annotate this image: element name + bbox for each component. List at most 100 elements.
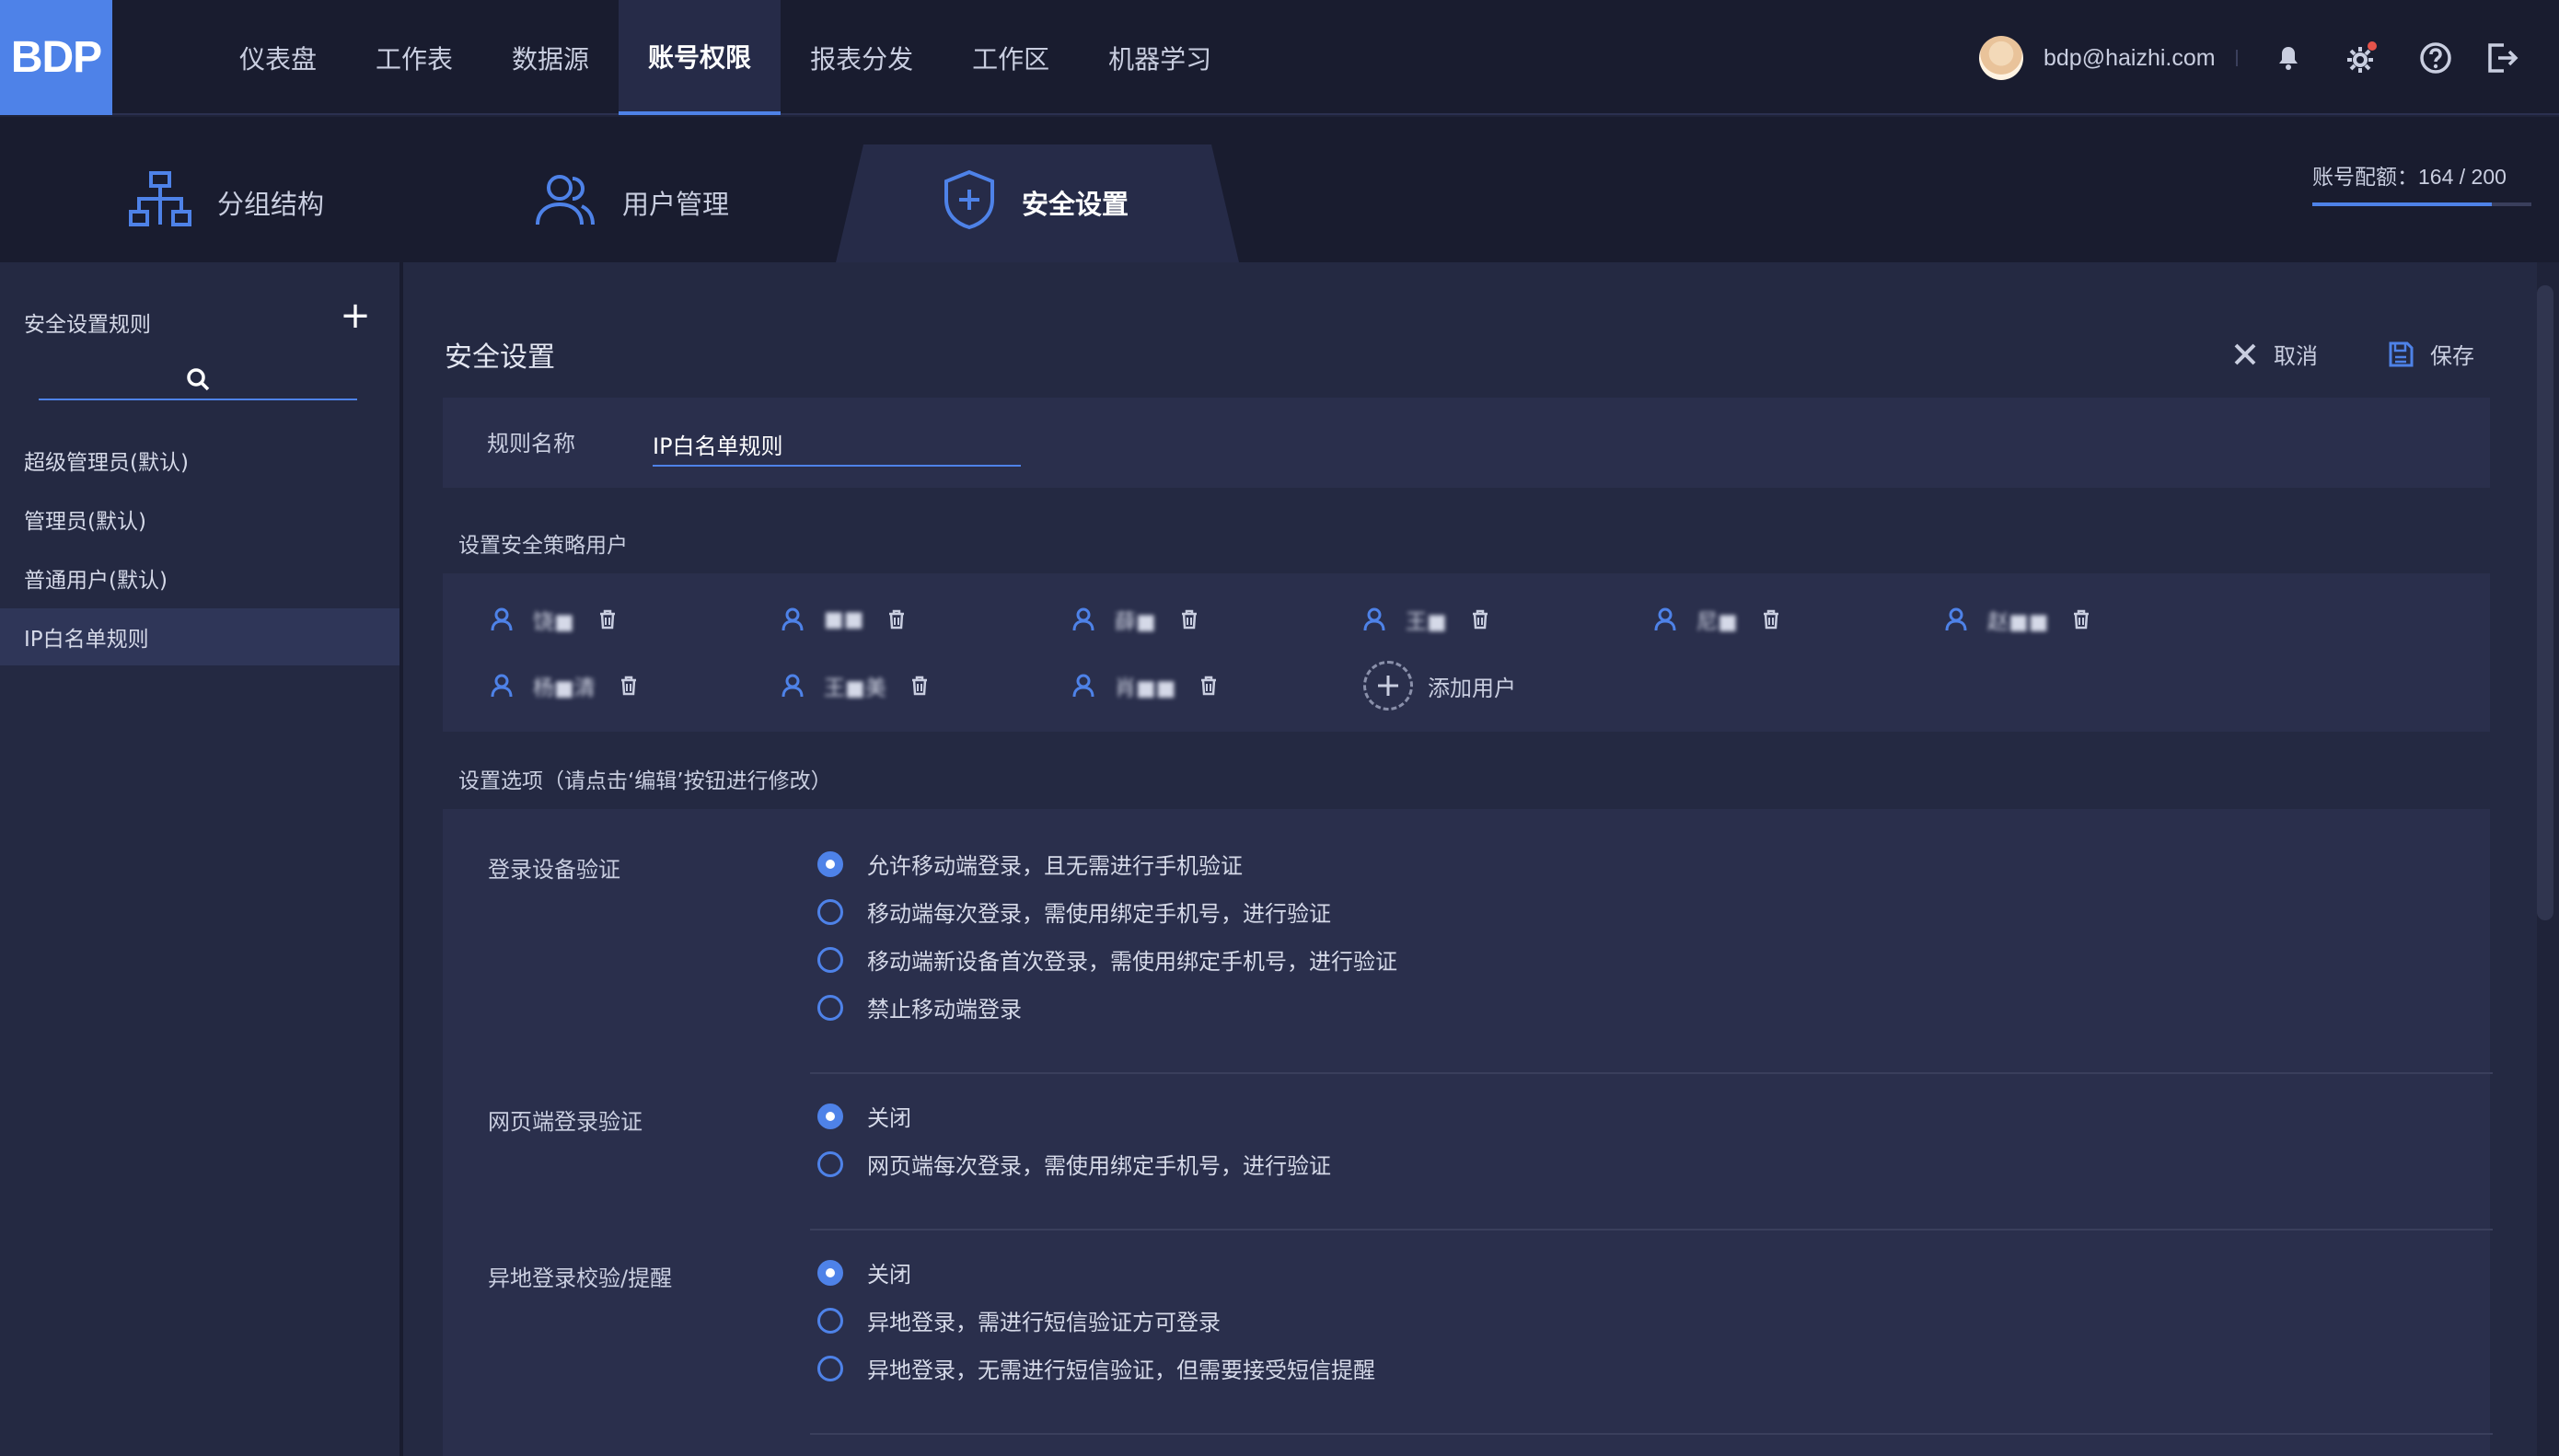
user-chip: 肖■■ <box>1072 667 1218 704</box>
nav-account-permissions[interactable]: 账号权限 <box>619 0 782 115</box>
sidebar-item-ip-whitelist[interactable]: IP白名单规则 <box>0 608 399 665</box>
add-user-button[interactable]: 添加用户 <box>1363 658 1516 713</box>
scrollbar[interactable] <box>2537 285 2553 920</box>
users-section-title: 设置安全策略用户 <box>458 534 628 558</box>
radio-option[interactable]: 异地登录，需进行短信验证方可登录 <box>817 1304 1221 1336</box>
nav-datasource[interactable]: 数据源 <box>482 0 619 115</box>
add-user-label: 添加用户 <box>1428 675 1516 701</box>
cancel-button[interactable]: 取消 <box>2233 338 2318 370</box>
rule-name-label: 规则名称 <box>487 431 575 456</box>
user-chip: 饶■ <box>491 601 617 638</box>
user-chip: 杨■清 <box>491 667 638 704</box>
nav-workspace[interactable]: 工作区 <box>943 0 1079 115</box>
sidebar-item-admin[interactable]: 管理员(默认) <box>0 491 399 548</box>
quota-separator: / <box>2453 165 2472 189</box>
radio-icon <box>817 1150 843 1177</box>
radio-option[interactable]: 网页端每次登录，需使用绑定手机号，进行验证 <box>817 1148 1331 1180</box>
tab-security-settings[interactable]: 安全设置 <box>943 143 1129 262</box>
user-chip: 王■ <box>1363 601 1489 638</box>
user-email[interactable]: bdp@haizhi.com <box>2044 45 2216 72</box>
radio-option[interactable]: 移动端每次登录，需使用绑定手机号，进行验证 <box>817 896 1331 928</box>
bell-icon[interactable] <box>2268 38 2309 78</box>
org-chart-icon <box>129 170 191 235</box>
save-label: 保存 <box>2430 343 2474 369</box>
sub-tab-bar: 分组结构 用户管理 安全设置 账号配额：164 / 200 <box>0 117 2559 262</box>
tab-group-structure[interactable]: 分组结构 <box>129 143 324 262</box>
trash-icon[interactable] <box>619 676 638 696</box>
page-title: 安全设置 <box>445 341 555 374</box>
radio-label: 允许移动端登录，且无需进行手机验证 <box>867 853 1243 879</box>
trash-icon[interactable] <box>1762 609 1780 630</box>
tab-user-management[interactable]: 用户管理 <box>534 143 729 262</box>
plus-circle-icon <box>1363 661 1413 711</box>
tab-label: 分组结构 <box>217 189 325 220</box>
user-chip: 王■美 <box>782 667 929 704</box>
radio-label: 网页端每次登录，需使用绑定手机号，进行验证 <box>867 1153 1331 1179</box>
add-rule-button[interactable]: + <box>337 297 374 334</box>
radio-option[interactable]: 异地登录，无需进行短信验证，但需要接受短信提醒 <box>817 1352 1375 1384</box>
gear-icon[interactable] <box>2342 38 2382 78</box>
trash-icon[interactable] <box>1199 676 1218 696</box>
user-icon <box>1072 607 1094 631</box>
sidebar-item-super-admin[interactable]: 超级管理员(默认) <box>0 432 399 489</box>
radio-option[interactable]: 允许移动端登录，且无需进行手机验证 <box>817 848 1243 880</box>
trash-icon[interactable] <box>1180 609 1198 630</box>
remote-login-check-label: 异地登录校验/提醒 <box>488 1265 673 1291</box>
security-settings-main: 安全设置 取消 保存 规则名称 IP白名单规则 设置安全策略用户 饶■ ■■ 薛… <box>403 262 2537 1456</box>
avatar[interactable] <box>1979 36 2023 80</box>
shield-plus-icon <box>943 169 996 237</box>
nav-report-distribution[interactable]: 报表分发 <box>781 0 943 115</box>
user-menu[interactable]: bdp@haizhi.com <box>1979 35 2238 81</box>
user-name: 王■美 <box>824 676 886 700</box>
save-button[interactable]: 保存 <box>2388 338 2474 370</box>
user-icon <box>1654 607 1676 631</box>
radio-label: 关闭 <box>867 1105 911 1131</box>
user-icon <box>491 674 513 698</box>
user-icon <box>782 674 804 698</box>
radio-option[interactable]: 关闭 <box>817 1100 911 1132</box>
help-icon[interactable] <box>2415 38 2456 78</box>
quota-used: 164 <box>2418 165 2454 189</box>
save-icon <box>2389 341 2414 366</box>
radio-icon <box>817 1307 843 1334</box>
logout-icon[interactable] <box>2482 38 2522 78</box>
radio-icon <box>817 1355 843 1381</box>
user-chip: 赵■■ <box>1945 601 2090 638</box>
quota-progress-fill <box>2312 202 2493 206</box>
search-icon <box>187 368 210 391</box>
divider <box>810 1433 2493 1435</box>
nav-worksheet[interactable]: 工作表 <box>346 0 482 115</box>
rule-search-input[interactable] <box>39 360 357 400</box>
user-name: ■■ <box>824 607 864 631</box>
trash-icon[interactable] <box>2072 609 2090 630</box>
radio-label: 移动端新设备首次登录，需使用绑定手机号，进行验证 <box>867 949 1397 975</box>
trash-icon[interactable] <box>887 609 906 630</box>
sidebar-title: 安全设置规则 <box>24 313 151 337</box>
logo[interactable]: BDP <box>0 0 112 115</box>
rules-sidebar: 安全设置规则 + 超级管理员(默认) 管理员(默认) 普通用户(默认) IP白名… <box>0 262 399 1456</box>
radio-label: 移动端每次登录，需使用绑定手机号，进行验证 <box>867 901 1331 927</box>
security-options-panel <box>443 809 2490 1456</box>
radio-option[interactable]: 关闭 <box>817 1256 911 1288</box>
trash-icon[interactable] <box>1471 609 1489 630</box>
nav-dashboard[interactable]: 仪表盘 <box>210 0 346 115</box>
trash-icon[interactable] <box>598 609 617 630</box>
radio-option[interactable]: 移动端新设备首次登录，需使用绑定手机号，进行验证 <box>817 943 1397 976</box>
sidebar-item-normal-user[interactable]: 普通用户(默认) <box>0 549 399 607</box>
policy-users-panel: 饶■ ■■ 薛■ 王■ 尼■ 赵■■ 杨■清 王■美 肖■■ 添加用户 <box>443 573 2490 732</box>
cancel-label: 取消 <box>2274 343 2318 369</box>
user-icon <box>782 607 804 631</box>
user-name: 赵■■ <box>1987 610 2049 634</box>
user-name: 尼■ <box>1696 610 1738 634</box>
tab-label: 用户管理 <box>622 189 730 220</box>
rule-name-input[interactable]: IP白名单规则 <box>653 430 1021 467</box>
divider <box>810 1072 2493 1074</box>
user-chip: 薛■ <box>1072 601 1198 638</box>
radio-selected-icon <box>817 1259 843 1286</box>
trash-icon[interactable] <box>910 676 929 696</box>
radio-icon <box>817 898 843 925</box>
radio-label: 异地登录，无需进行短信验证，但需要接受短信提醒 <box>867 1358 1375 1383</box>
nav-machine-learning[interactable]: 机器学习 <box>1079 0 1241 115</box>
radio-option[interactable]: 禁止移动端登录 <box>817 991 1022 1023</box>
radio-label: 异地登录，需进行短信验证方可登录 <box>867 1310 1221 1335</box>
